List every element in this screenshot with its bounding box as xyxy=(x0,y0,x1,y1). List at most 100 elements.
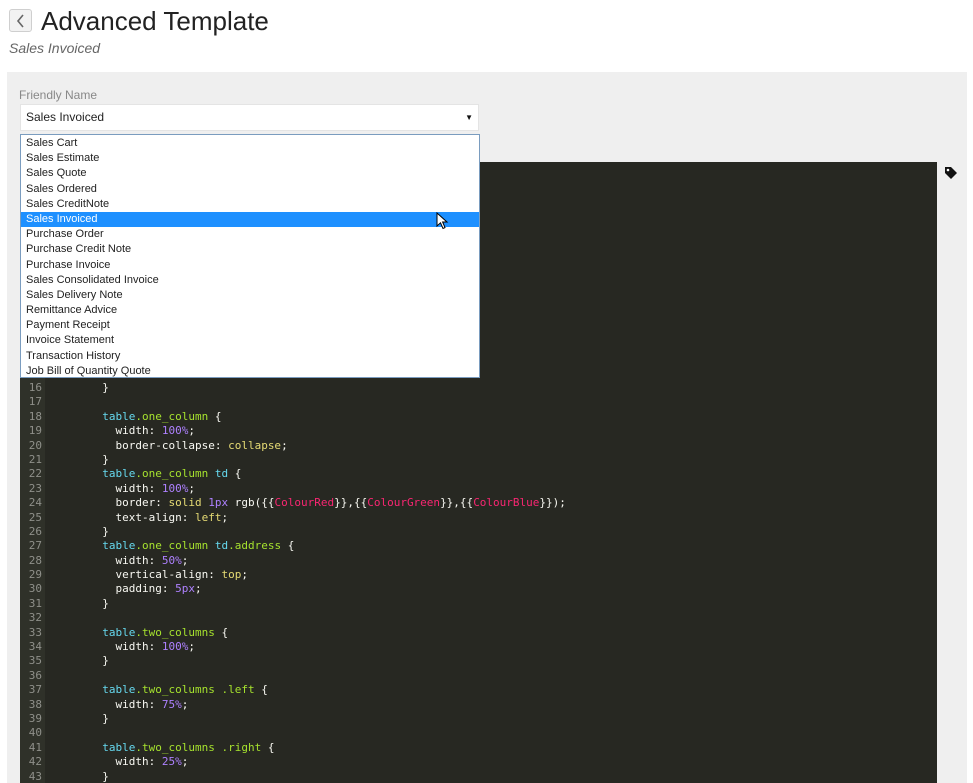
code-text: width: 75%; xyxy=(89,697,189,711)
dropdown-option[interactable]: Sales Consolidated Invoice xyxy=(21,273,479,288)
line-number: 27 xyxy=(28,539,42,553)
caret-down-icon: ▼ xyxy=(465,113,473,122)
line-number: 40 xyxy=(28,726,42,740)
dropdown-option[interactable]: Sales Quote xyxy=(21,166,479,181)
dropdown-option[interactable]: Sales Ordered xyxy=(21,182,479,197)
line-number: 30 xyxy=(28,582,42,596)
code-line: 23 width: 100%; xyxy=(20,482,937,496)
line-number: 41 xyxy=(28,740,42,754)
line-number: 43 xyxy=(28,769,42,783)
page-title: Advanced Template xyxy=(41,6,269,36)
dropdown-option[interactable]: Sales Delivery Note xyxy=(21,288,479,303)
dropdown-option[interactable]: Sales Estimate xyxy=(21,151,479,166)
dropdown-option[interactable]: Sales Cart xyxy=(21,136,479,151)
line-number: 19 xyxy=(28,424,42,438)
code-text: table.two_columns { xyxy=(102,625,229,639)
line-number: 37 xyxy=(28,683,42,697)
dropdown-option[interactable]: Purchase Credit Note xyxy=(21,242,479,257)
code-text: } xyxy=(89,596,109,610)
dropdown-option[interactable]: Purchase Invoice xyxy=(21,258,479,273)
code-text: table.one_column td.address { xyxy=(102,539,295,553)
code-text: border: solid 1px rgb({{ColourRed}},{{Co… xyxy=(89,496,566,510)
code-line: 19 width: 100%; xyxy=(20,424,937,438)
code-line: 31 } xyxy=(20,597,937,611)
code-text: table.two_columns .left { xyxy=(102,683,268,697)
code-text: width: 25%; xyxy=(89,755,189,769)
code-line: 28 width: 50%; xyxy=(20,554,937,568)
line-number: 16 xyxy=(28,381,42,394)
code-line: 40 xyxy=(20,726,937,740)
friendly-name-select[interactable]: Sales Invoiced ▼ xyxy=(20,104,479,131)
code-line: 24 border: solid 1px rgb({{ColourRed}},{… xyxy=(20,496,937,510)
code-text: } xyxy=(89,769,109,783)
dropdown-option[interactable]: Purchase Order xyxy=(21,227,479,242)
code-text: width: 100%; xyxy=(89,424,195,438)
code-line: 21 } xyxy=(20,453,937,467)
code-text: width: 100%; xyxy=(89,640,195,654)
line-number: 32 xyxy=(28,611,42,625)
line-number: 38 xyxy=(28,697,42,711)
code-line: 18 table.one_column { xyxy=(20,410,937,424)
code-text: border-collapse: collapse; xyxy=(89,438,288,452)
chevron-left-icon xyxy=(16,13,24,28)
line-number: 26 xyxy=(28,524,42,538)
code-text: } xyxy=(89,452,109,466)
code-line: 42 width: 25%; xyxy=(20,755,937,769)
code-line: 29 vertical-align: top; xyxy=(20,568,937,582)
tag-icon[interactable] xyxy=(944,166,958,180)
line-number: 33 xyxy=(28,625,42,639)
line-number: 28 xyxy=(28,553,42,567)
code-line: 17 xyxy=(20,395,937,409)
line-number: 24 xyxy=(28,496,42,510)
code-line: 41 table.two_columns .right { xyxy=(20,741,937,755)
back-button[interactable] xyxy=(9,9,32,32)
code-line: 35 } xyxy=(20,654,937,668)
code-text: width: 100%; xyxy=(89,481,195,495)
friendly-name-value: Sales Invoiced xyxy=(26,110,105,124)
friendly-name-dropdown-list[interactable]: Sales Cart Sales Estimate Sales Quote Sales… xyxy=(20,134,480,378)
code-line: 43 } xyxy=(20,770,937,783)
dropdown-option[interactable]: Job Bill of Quantity Quote xyxy=(21,364,479,377)
dropdown-option[interactable]: Payment Receipt xyxy=(21,318,479,333)
code-text: } xyxy=(89,711,109,725)
line-number: 23 xyxy=(28,481,42,495)
code-text: vertical-align: top; xyxy=(89,568,248,582)
line-number: 20 xyxy=(28,438,42,452)
code-line: 30 padding: 5px; xyxy=(20,582,937,596)
dropdown-option[interactable]: Sales CreditNote xyxy=(21,197,479,212)
line-number: 17 xyxy=(28,395,42,409)
code-text: } xyxy=(89,381,109,394)
code-text: text-align: left; xyxy=(89,510,229,524)
code-line: 22 table.one_column td { xyxy=(20,467,937,481)
line-number: 35 xyxy=(28,654,42,668)
code-line: 32 xyxy=(20,611,937,625)
code-text: table.two_columns .right { xyxy=(102,740,275,754)
code-line: 34 width: 100%; xyxy=(20,640,937,654)
code-line: 38 width: 75%; xyxy=(20,698,937,712)
dropdown-option[interactable]: Remittance Advice xyxy=(21,303,479,318)
line-number: 31 xyxy=(28,596,42,610)
code-line: 16 } xyxy=(20,381,937,395)
dropdown-option[interactable]: Invoice Statement xyxy=(21,333,479,348)
code-line: 39 } xyxy=(20,712,937,726)
code-line: 26 } xyxy=(20,525,937,539)
line-number: 22 xyxy=(28,467,42,481)
line-number: 21 xyxy=(28,452,42,466)
line-number: 18 xyxy=(28,409,42,423)
code-text: padding: 5px; xyxy=(89,582,202,596)
dropdown-option[interactable]: Sales Invoiced xyxy=(21,211,479,228)
code-line: 33 table.two_columns { xyxy=(20,626,937,640)
line-number: 39 xyxy=(28,711,42,725)
code-line: 25 text-align: left; xyxy=(20,511,937,525)
code-text: table.one_column td { xyxy=(102,467,242,481)
code-line: 36 xyxy=(20,669,937,683)
code-text: width: 50%; xyxy=(89,553,189,567)
code-line: 20 border-collapse: collapse; xyxy=(20,439,937,453)
code-line: 27 table.one_column td.address { xyxy=(20,539,937,553)
friendly-name-label: Friendly Name xyxy=(19,88,98,102)
line-number: 36 xyxy=(28,668,42,682)
code-text: table.one_column { xyxy=(102,409,222,423)
dropdown-option[interactable]: Transaction History xyxy=(21,349,479,364)
code-text: } xyxy=(89,524,109,538)
code-lines: 16 } 17 18 table.one_column {19 width: 100… xyxy=(20,381,937,783)
